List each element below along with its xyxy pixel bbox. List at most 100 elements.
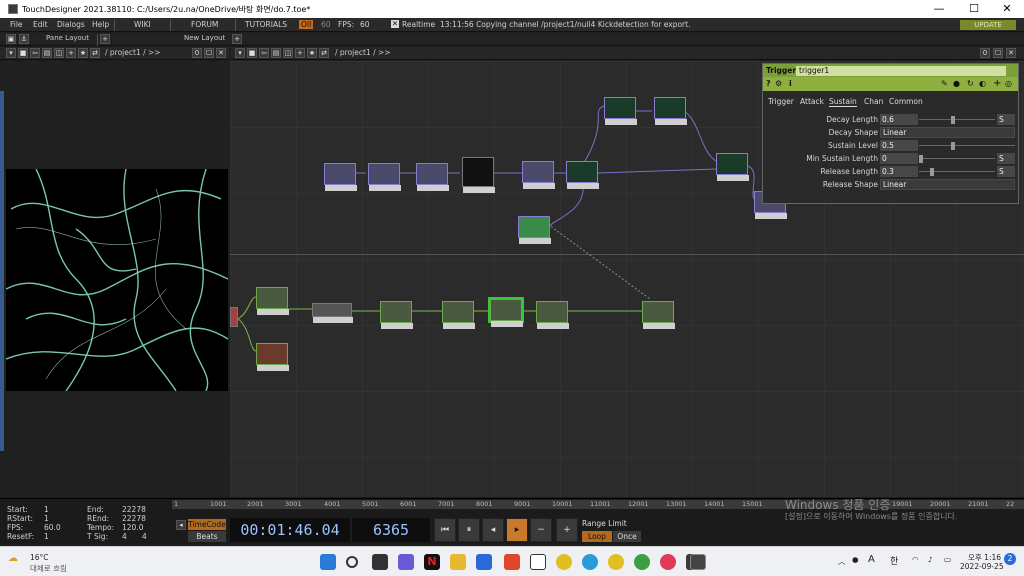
pane-grid-icon[interactable]: ▤ xyxy=(42,48,52,58)
min-sustain-length-unit[interactable]: S xyxy=(997,153,1015,164)
info-icon[interactable]: i xyxy=(789,79,792,88)
step-back-button[interactable]: ◂ xyxy=(482,518,504,542)
timeline-ruler[interactable]: 1 1001 2001 3001 4001 5001 6001 7001 800… xyxy=(172,500,1024,509)
weather-temp[interactable]: 16°C xyxy=(30,553,49,562)
loop-button[interactable]: Loop xyxy=(582,531,612,542)
release-length-knob[interactable] xyxy=(929,168,934,176)
update-button[interactable]: UPDATE xyxy=(960,20,1016,30)
top-operator[interactable] xyxy=(368,163,401,191)
particle-viewer[interactable] xyxy=(6,169,228,391)
python-icon[interactable]: ⚙ xyxy=(775,79,782,88)
tab-chan[interactable]: Chan xyxy=(864,97,883,106)
end-value[interactable]: 22278 xyxy=(122,505,146,514)
null4-chop-operator[interactable] xyxy=(642,301,675,329)
teams-icon[interactable] xyxy=(398,554,414,570)
release-length-unit[interactable]: S xyxy=(997,166,1015,177)
timecode-button[interactable]: TimeCode xyxy=(188,519,226,530)
volume-icon[interactable]: ♪ xyxy=(928,555,933,564)
rend-value[interactable]: 22278 xyxy=(122,514,146,523)
office-icon[interactable] xyxy=(504,554,520,570)
left-pane-path[interactable]: / project1 / >> xyxy=(105,48,161,57)
help-icon[interactable]: ? xyxy=(766,79,771,88)
once-button[interactable]: Once xyxy=(613,531,641,542)
tray-app-icon[interactable]: ● xyxy=(852,555,859,564)
tab-common[interactable]: Common xyxy=(889,97,923,106)
audio-chop-operator[interactable] xyxy=(256,343,289,371)
sustain-level-knob[interactable] xyxy=(951,142,956,150)
network-pane-path[interactable]: / project1 / >> xyxy=(335,48,391,57)
pane-star-icon[interactable]: ★ xyxy=(78,48,88,58)
close-button[interactable]: ✕ xyxy=(990,0,1024,18)
minimize-button[interactable]: — xyxy=(922,0,956,18)
notification-icon[interactable]: 2 xyxy=(1004,553,1016,565)
pane-layout-button[interactable]: Pane Layout xyxy=(42,34,93,45)
sustain-level-slider[interactable] xyxy=(919,145,1015,146)
particle-top-operator[interactable] xyxy=(462,157,495,193)
search-icon[interactable] xyxy=(346,556,358,568)
chop-input-operator[interactable] xyxy=(230,307,238,327)
top-operator[interactable] xyxy=(522,161,555,189)
battery-icon[interactable]: ▭ xyxy=(944,555,951,564)
add-layout-icon[interactable]: + xyxy=(100,34,110,44)
sustain-level-field[interactable]: 0.5 xyxy=(880,140,918,151)
edit-icon[interactable]: ✎ xyxy=(941,79,948,88)
edge-icon[interactable] xyxy=(582,554,598,570)
pause-button[interactable]: ⏸ xyxy=(458,518,480,542)
notion-icon[interactable] xyxy=(530,554,546,570)
pane-menu-icon[interactable]: ▾ xyxy=(235,48,245,58)
wiki-link[interactable]: WIKI xyxy=(134,20,151,29)
pane-maximize-icon[interactable]: ☐ xyxy=(204,48,214,58)
refresh-icon[interactable]: ↻ xyxy=(967,79,974,88)
pane-close-icon[interactable]: ✕ xyxy=(1006,48,1016,58)
weather-icon[interactable]: ☁ xyxy=(8,553,18,564)
pane-maximize-icon[interactable]: ☐ xyxy=(993,48,1003,58)
top-operator[interactable] xyxy=(324,163,357,191)
start-icon[interactable] xyxy=(320,554,336,570)
top-operator[interactable] xyxy=(654,97,687,125)
pane-stop-icon[interactable]: ■ xyxy=(247,48,257,58)
touchdesigner-taskbar-icon[interactable] xyxy=(690,554,706,570)
language-indicator[interactable]: 한 xyxy=(890,554,898,567)
decay-length-unit[interactable]: S xyxy=(997,114,1015,125)
add-icon[interactable]: + xyxy=(993,78,1001,89)
fps-value[interactable]: 60.0 xyxy=(44,523,61,532)
task-view-icon[interactable] xyxy=(372,554,388,570)
min-sustain-length-field[interactable]: 0 xyxy=(880,153,918,164)
target-icon[interactable]: ◎ xyxy=(1005,79,1012,88)
menu-edit[interactable]: Edit xyxy=(33,20,48,29)
music-icon[interactable] xyxy=(660,554,676,570)
pane-add-icon[interactable]: + xyxy=(295,48,305,58)
start-value[interactable]: 1 xyxy=(44,505,49,514)
chop-operator[interactable] xyxy=(256,287,289,315)
menu-dialogs[interactable]: Dialogs xyxy=(57,20,85,29)
decay-length-field[interactable]: 0.6 xyxy=(880,114,918,125)
tempo-value[interactable]: 120.0 xyxy=(122,523,143,532)
tab-attack[interactable]: Attack xyxy=(800,97,824,106)
chrome-profile-2-icon[interactable] xyxy=(634,554,650,570)
color-icon[interactable]: ◐ xyxy=(979,79,986,88)
top-operator[interactable] xyxy=(416,163,449,191)
new-layout-tab[interactable]: New Layout xyxy=(180,34,229,45)
wifi-icon[interactable]: ◠ xyxy=(912,555,919,564)
chop-operator[interactable] xyxy=(536,301,569,329)
top-operator[interactable] xyxy=(604,97,637,125)
pane-stop-icon[interactable]: ■ xyxy=(18,48,28,58)
trigger1-chop-operator[interactable] xyxy=(488,297,524,327)
clock-date[interactable]: 2022-09-25 xyxy=(960,562,1004,571)
step-plus-button[interactable]: + xyxy=(556,518,578,542)
comment-icon[interactable]: ● xyxy=(953,79,960,88)
top-operator[interactable] xyxy=(716,153,749,181)
realtime-checkbox[interactable]: ✕ xyxy=(391,20,399,28)
chop-operator[interactable] xyxy=(442,301,475,329)
ime-mode[interactable]: A xyxy=(868,554,875,565)
min-sustain-length-knob[interactable] xyxy=(919,155,923,163)
pane-close-icon[interactable]: ✕ xyxy=(216,48,226,58)
ramp-top-operator[interactable] xyxy=(518,216,551,244)
chrome-icon[interactable] xyxy=(556,554,572,570)
pane-back-icon[interactable]: ⇦ xyxy=(30,48,40,58)
netflix-icon[interactable]: N xyxy=(424,554,440,570)
menu-file[interactable]: File xyxy=(10,20,23,29)
time-display[interactable]: 00:01:46.04 xyxy=(230,518,350,542)
menu-help[interactable]: Help xyxy=(92,20,109,29)
rstart-value[interactable]: 1 xyxy=(44,514,49,523)
